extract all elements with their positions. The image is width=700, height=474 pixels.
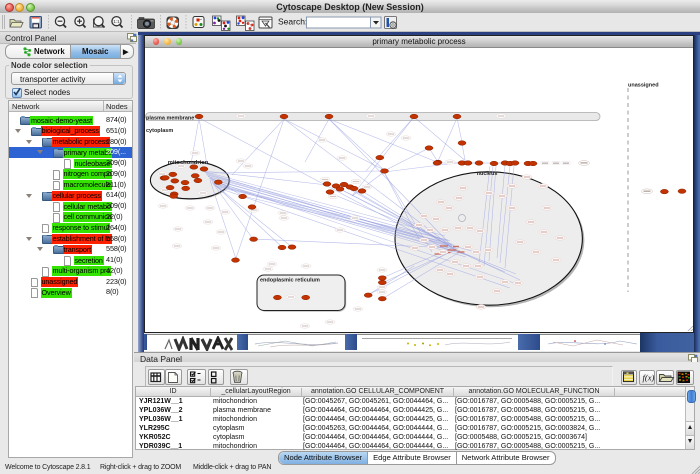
svg-text:endoplasmic reticulum: endoplasmic reticulum (260, 278, 320, 284)
svg-text:Search:: Search: (278, 17, 307, 27)
svg-text:unassigned: unassigned (628, 83, 659, 89)
svg-text:nucleus: nucleus (477, 171, 498, 177)
svg-text:plasma membrane: plasma membrane (146, 116, 194, 122)
svg-text:cytoplasm: cytoplasm (146, 128, 173, 134)
svg-text:f(x): f(x) (643, 373, 655, 383)
svg-text:mitochondrion: mitochondrion (168, 160, 209, 166)
svg-text:1:1: 1:1 (113, 19, 120, 24)
